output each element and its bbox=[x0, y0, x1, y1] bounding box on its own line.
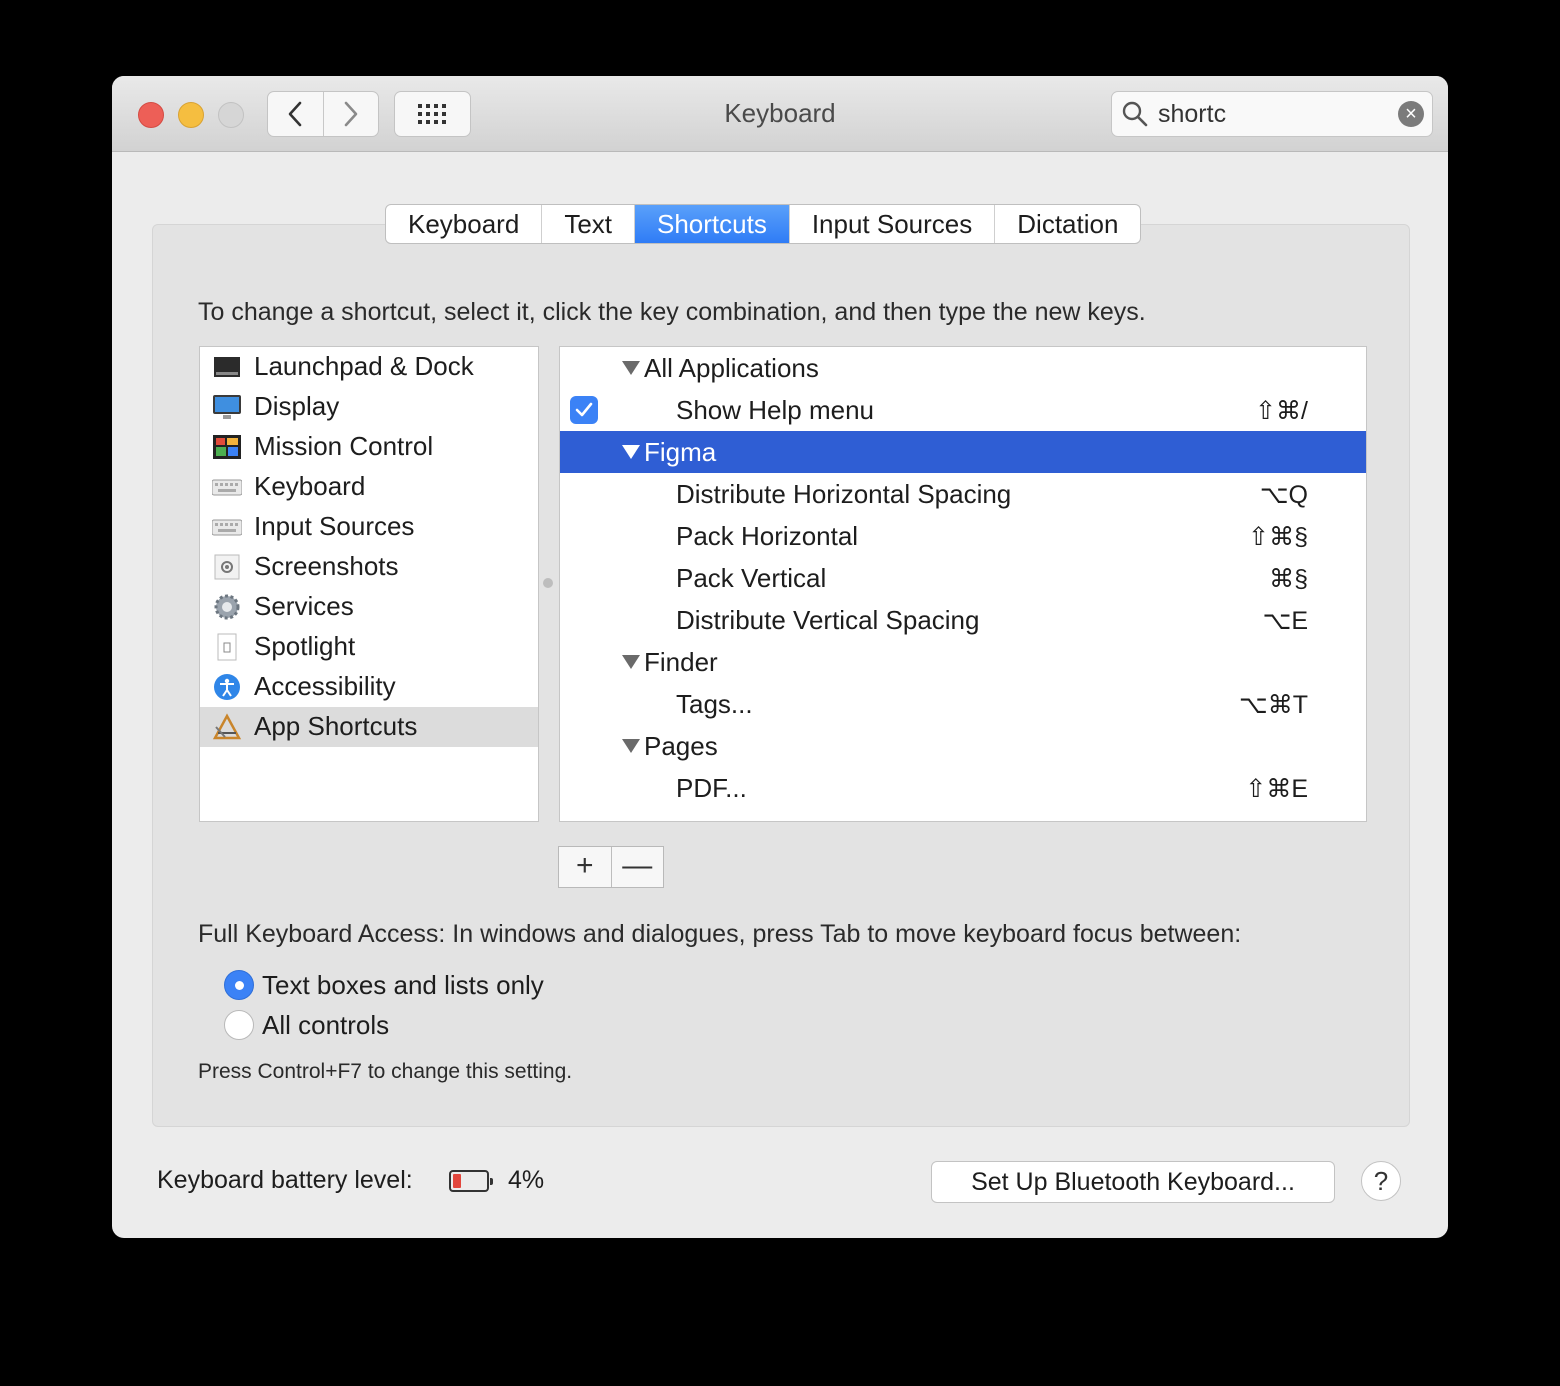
radio-label[interactable]: All controls bbox=[262, 1010, 389, 1041]
key-combination[interactable]: ⌘§ bbox=[1269, 564, 1308, 594]
battery-label: Keyboard battery level: bbox=[157, 1166, 413, 1194]
add-remove-control: + — bbox=[558, 846, 664, 888]
key-combination[interactable]: ⇧⌘/ bbox=[1255, 396, 1308, 426]
category-input-sources[interactable]: Input Sources bbox=[200, 507, 538, 547]
input-sources-icon bbox=[212, 519, 242, 536]
display-icon bbox=[213, 395, 241, 419]
app-shortcuts-icon bbox=[212, 713, 242, 740]
shortcut-group-finder[interactable]: Finder bbox=[560, 641, 1366, 683]
preferences-window: Keyboard shortc × Keyboard Text Shortcut… bbox=[112, 76, 1448, 1238]
shortcut-row[interactable]: Distribute Vertical Spacing ⌥E bbox=[560, 599, 1366, 641]
category-services[interactable]: Services bbox=[200, 587, 538, 627]
key-combination[interactable]: ⌥E bbox=[1263, 606, 1308, 636]
tab-dictation[interactable]: Dictation bbox=[994, 205, 1140, 243]
tab-text[interactable]: Text bbox=[541, 205, 634, 243]
radio-all-controls[interactable] bbox=[224, 1010, 254, 1040]
shortcut-group-all-applications[interactable]: All Applications bbox=[560, 347, 1366, 389]
full-keyboard-access-label: Full Keyboard Access: In windows and dia… bbox=[198, 920, 1242, 948]
disclosure-triangle-icon[interactable] bbox=[622, 739, 640, 753]
category-launchpad-dock[interactable]: Launchpad & Dock bbox=[200, 347, 538, 387]
help-button[interactable]: ? bbox=[1361, 1161, 1401, 1201]
shortcut-row[interactable]: Tags... ⌥⌘T bbox=[560, 683, 1366, 725]
key-combination[interactable]: ⌥Q bbox=[1260, 480, 1308, 510]
radio-label[interactable]: Text boxes and lists only bbox=[262, 970, 544, 1001]
screenshots-icon bbox=[214, 554, 240, 580]
shortcut-row[interactable]: Pack Horizontal ⇧⌘§ bbox=[560, 515, 1366, 557]
search-icon bbox=[1122, 101, 1148, 127]
category-mission-control[interactable]: Mission Control bbox=[200, 427, 538, 467]
add-shortcut-button[interactable]: + bbox=[559, 847, 611, 887]
keyboard-icon bbox=[212, 479, 242, 496]
shortcut-row[interactable]: Distribute Horizontal Spacing ⌥Q bbox=[560, 473, 1366, 515]
battery-percent: 4% bbox=[508, 1166, 545, 1194]
shortcut-group-pages[interactable]: Pages bbox=[560, 725, 1366, 767]
enabled-checkbox[interactable] bbox=[570, 396, 598, 424]
setup-bluetooth-keyboard-button[interactable]: Set Up Bluetooth Keyboard... bbox=[931, 1161, 1335, 1203]
hint-text: Press Control+F7 to change this setting. bbox=[198, 1060, 573, 1083]
mission-control-icon bbox=[213, 435, 241, 459]
checkmark-icon bbox=[575, 402, 593, 417]
key-combination[interactable]: ⇧⌘E bbox=[1245, 774, 1308, 804]
remove-shortcut-button[interactable]: — bbox=[610, 847, 664, 887]
disclosure-triangle-icon[interactable] bbox=[622, 445, 640, 459]
disclosure-triangle-icon[interactable] bbox=[622, 655, 640, 669]
radio-text-boxes-lists[interactable] bbox=[224, 970, 254, 1000]
clear-search-icon[interactable]: × bbox=[1398, 101, 1424, 127]
split-view-handle[interactable] bbox=[543, 578, 553, 588]
search-field[interactable]: shortc × bbox=[1111, 91, 1433, 137]
tab-shortcuts[interactable]: Shortcuts bbox=[634, 205, 789, 243]
shortcut-list[interactable]: All Applications Show Help menu ⇧⌘/ Figm… bbox=[559, 346, 1367, 822]
category-spotlight[interactable]: Spotlight bbox=[200, 627, 538, 667]
key-combination[interactable]: ⌥⌘T bbox=[1239, 690, 1308, 720]
search-input[interactable]: shortc bbox=[1158, 100, 1226, 129]
battery-fill bbox=[453, 1174, 461, 1188]
tab-bar: Keyboard Text Shortcuts Input Sources Di… bbox=[385, 204, 1142, 244]
accessibility-icon bbox=[214, 674, 240, 700]
instruction-text: To change a shortcut, select it, click t… bbox=[198, 298, 1146, 326]
disclosure-triangle-icon[interactable] bbox=[622, 361, 640, 375]
category-list[interactable]: Launchpad & Dock Display Mission Control… bbox=[199, 346, 539, 822]
shortcut-row[interactable]: Pack Vertical ⌘§ bbox=[560, 557, 1366, 599]
category-display[interactable]: Display bbox=[200, 387, 538, 427]
category-app-shortcuts[interactable]: App Shortcuts bbox=[200, 707, 538, 747]
title-bar: Keyboard shortc × bbox=[112, 76, 1448, 152]
shortcut-row[interactable]: PDF... ⇧⌘E bbox=[560, 767, 1366, 809]
battery-icon bbox=[449, 1170, 493, 1192]
shortcut-row[interactable]: Show Help menu ⇧⌘/ bbox=[560, 389, 1366, 431]
key-combination[interactable]: ⇧⌘§ bbox=[1248, 522, 1308, 552]
tab-keyboard[interactable]: Keyboard bbox=[386, 205, 541, 243]
launchpad-dock-icon bbox=[214, 357, 240, 377]
services-gear-icon bbox=[214, 594, 240, 620]
category-accessibility[interactable]: Accessibility bbox=[200, 667, 538, 707]
category-screenshots[interactable]: Screenshots bbox=[200, 547, 538, 587]
category-keyboard[interactable]: Keyboard bbox=[200, 467, 538, 507]
shortcut-group-figma[interactable]: Figma bbox=[560, 431, 1366, 473]
spotlight-icon bbox=[217, 633, 237, 661]
tab-input-sources[interactable]: Input Sources bbox=[788, 205, 994, 243]
